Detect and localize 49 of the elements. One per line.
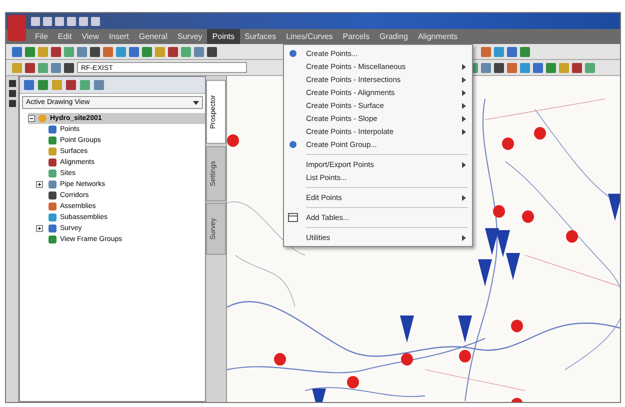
submenu-arrow-icon <box>462 102 466 108</box>
submenu-arrow-icon <box>462 162 466 168</box>
menu-item[interactable]: Edit <box>52 29 77 44</box>
submenu-arrow-icon <box>462 76 466 82</box>
submenu-arrow-icon <box>462 116 466 122</box>
triangle-marker <box>496 230 510 258</box>
menu-item[interactable]: Parcels <box>338 29 374 44</box>
submenu-arrow-icon <box>462 234 466 240</box>
table-icon <box>288 213 298 222</box>
menu-item[interactable]: View <box>76 29 104 44</box>
expand-icon[interactable] <box>36 225 43 232</box>
menu-item[interactable]: Surfaces <box>240 29 282 44</box>
point-marker <box>522 210 534 223</box>
caret-icon <box>193 101 199 105</box>
point-marker <box>534 127 546 140</box>
menu-item[interactable]: Points <box>207 29 240 44</box>
point-icon <box>288 140 298 149</box>
menu-item[interactable]: Insert <box>104 29 134 44</box>
submenu-arrow-icon <box>462 194 466 200</box>
point-marker <box>227 134 239 147</box>
point-marker <box>511 398 523 402</box>
drawing-icon <box>38 114 47 123</box>
expand-icon[interactable] <box>36 181 43 188</box>
point-marker <box>347 376 359 388</box>
triangle-marker <box>485 228 499 256</box>
menu-item[interactable]: File <box>30 29 53 44</box>
triangle-marker <box>400 316 414 343</box>
submenu-arrow-icon <box>462 128 466 134</box>
point-icon <box>288 49 298 58</box>
menu-item[interactable]: Lines/Curves <box>281 29 338 44</box>
menu-item[interactable]: General <box>134 29 172 44</box>
point-marker <box>511 320 523 332</box>
menu-item[interactable]: Alignments <box>412 29 463 44</box>
point-marker <box>493 205 505 218</box>
submenu-arrow-icon <box>462 90 466 96</box>
triangle-marker <box>506 253 520 280</box>
menu-item[interactable]: Grading <box>374 29 413 44</box>
point-marker <box>566 230 578 243</box>
triangle-marker <box>478 259 492 286</box>
point-marker <box>502 137 514 150</box>
collapse-icon[interactable] <box>28 115 35 122</box>
triangle-marker <box>608 194 620 221</box>
submenu-arrow-icon <box>462 64 466 70</box>
menu-item[interactable]: Survey <box>172 29 208 44</box>
point-marker <box>459 350 471 362</box>
point-marker <box>401 353 413 366</box>
triangle-marker <box>312 388 326 402</box>
point-marker <box>274 353 286 366</box>
triangle-marker <box>458 316 472 343</box>
